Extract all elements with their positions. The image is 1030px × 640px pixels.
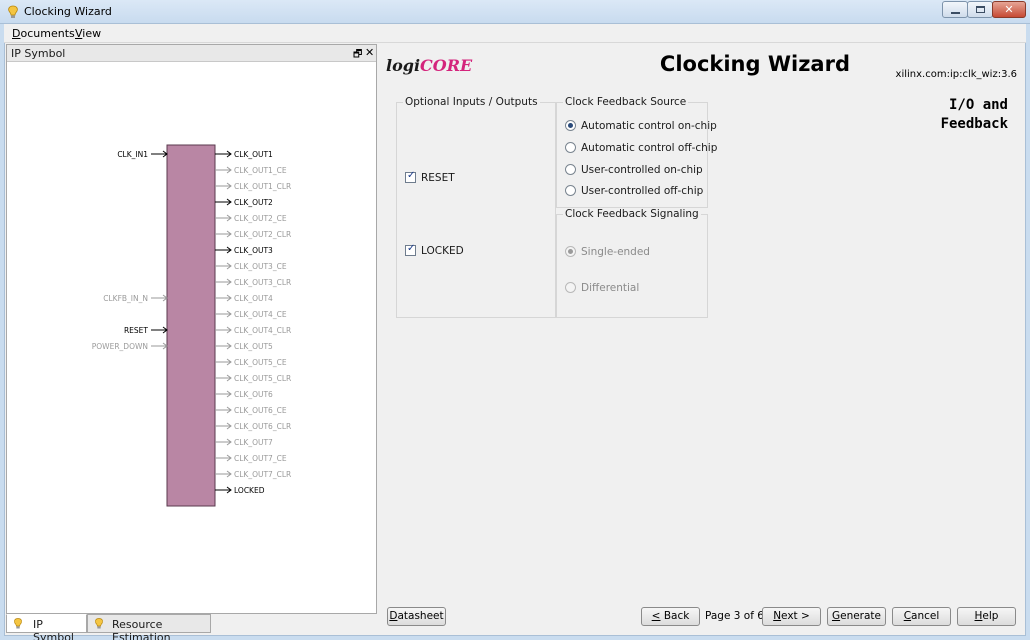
reset-checkbox[interactable]: RESET (405, 170, 455, 184)
input-pin-label: CLK_IN1 (117, 150, 148, 159)
title-bar: Clocking Wizard ✕ (0, 0, 1030, 24)
page-heading: I/O and Feedback (940, 97, 1008, 132)
radio-selected-icon (565, 246, 576, 257)
menu-bar: Documents View (4, 24, 1026, 43)
restore-icon[interactable]: 🗗 (353, 47, 362, 64)
ip-identifier: xilinx.com:ip:clk_wiz:3.6 (895, 69, 1017, 80)
tab-resource-estimation[interactable]: Resource Estimation (87, 614, 211, 640)
input-pin-label: POWER_DOWN (92, 342, 148, 351)
output-pin-label: CLK_OUT1 (234, 150, 273, 159)
output-pin-label: CLK_OUT7_CE (234, 454, 287, 463)
output-pin-label: CLK_OUT3_CLR (234, 278, 291, 287)
radio-icon (565, 164, 576, 175)
radio-user-off-chip[interactable]: User-controlled off-chip (565, 185, 703, 197)
output-pin-label: CLK_OUT6_CLR (234, 422, 291, 431)
window-title: Clocking Wizard (24, 5, 112, 18)
ip-symbol-canvas: CLK_OUT1 CLK_OUT1_CE CLK_OUT1_CLR CLK_OUT2 C… (92, 144, 291, 507)
output-pin-label: CLK_OUT7 (234, 438, 273, 447)
maximize-icon (976, 6, 985, 13)
radio-icon (565, 282, 576, 293)
input-pin-label: CLKFB_IN_N (103, 294, 148, 303)
output-pin-label: CLK_OUT6_CE (234, 406, 287, 415)
locked-checkbox[interactable]: LOCKED (405, 243, 464, 257)
output-pin-label: CLK_OUT7_CLR (234, 470, 291, 479)
feedback-signaling-label: Clock Feedback Signaling (563, 208, 701, 220)
feedback-source-label: Clock Feedback Source (563, 96, 689, 108)
optional-io-label: Optional Inputs / Outputs (403, 96, 540, 108)
optional-io-group: Optional Inputs / Outputs RESET LOCKED (396, 96, 556, 318)
radio-icon (565, 142, 576, 153)
close-panel-icon[interactable]: ✕ (365, 46, 374, 59)
checkbox-icon (405, 243, 416, 256)
feedback-source-group: Clock Feedback Source Automatic control … (556, 96, 717, 208)
datasheet-button[interactable]: Datasheet (387, 607, 446, 626)
wizard-title: Clocking Wizard (659, 52, 850, 76)
radio-auto-on-chip[interactable]: Automatic control on-chip (565, 120, 717, 132)
ip-symbol-title: IP Symbol (11, 47, 66, 60)
checkbox-icon (405, 170, 416, 183)
menu-view[interactable]: View (75, 27, 101, 40)
radio-user-on-chip[interactable]: User-controlled on-chip (565, 164, 703, 176)
output-pin-label: CLK_OUT2_CE (234, 214, 287, 223)
close-window-button[interactable]: ✕ (992, 1, 1026, 18)
ip-block (166, 144, 216, 507)
next-button[interactable]: Next > (762, 607, 821, 626)
output-pin-label: CLK_OUT1_CLR (234, 182, 291, 191)
back-button[interactable]: < Back (641, 607, 700, 626)
output-pin-label: CLK_OUT4_CLR (234, 326, 291, 335)
page-indicator: Page 3 of 6 (705, 610, 764, 622)
output-pin-label: CLK_OUT6 (234, 390, 273, 399)
output-pin-label: CLK_OUT2 (234, 198, 273, 207)
output-pin-label: CLK_OUT2_CLR (234, 230, 291, 239)
radio-selected-icon (565, 120, 576, 131)
help-button[interactable]: Help (957, 607, 1016, 626)
output-pin-label: CLK_OUT3_CE (234, 262, 287, 271)
radio-single-ended[interactable]: Single-ended (565, 246, 650, 258)
app-icon (8, 5, 18, 18)
output-pin-label: CLK_OUT3 (234, 246, 273, 255)
bulb-icon (14, 618, 22, 629)
output-pin-label: CLK_OUT5_CE (234, 358, 287, 367)
output-pin-label: CLK_OUT4_CE (234, 310, 287, 319)
ip-symbol-header: IP Symbol 🗗 ✕ (7, 45, 376, 62)
menu-documents[interactable]: Documents (12, 27, 75, 40)
generate-button[interactable]: Generate (827, 607, 886, 626)
close-icon: ✕ (1004, 3, 1014, 16)
minimize-button[interactable] (942, 1, 968, 18)
output-pin-label: CLK_OUT5 (234, 342, 273, 351)
bulb-icon (95, 618, 103, 629)
radio-auto-off-chip[interactable]: Automatic control off-chip (565, 142, 717, 154)
feedback-signaling-group: Clock Feedback Signaling Single-ended Di… (556, 208, 708, 318)
minimize-icon (951, 12, 960, 14)
tab-resource-estimation-label: Resource Estimation (112, 618, 171, 640)
output-pin-label: CLK_OUT4 (234, 294, 273, 303)
output-pin-label: CLK_OUT1_CE (234, 166, 287, 175)
ip-symbol-panel: IP Symbol 🗗 ✕ CLK_OUT1 CLK_OUT1_CE CLK_OUT… (6, 44, 377, 614)
output-pin-label: CLK_OUT5_CLR (234, 374, 291, 383)
input-pin-label: RESET (124, 326, 148, 335)
wizard-content: logiCORE Clocking Wizard xilinx.com:ip:c… (380, 44, 1024, 634)
maximize-button[interactable] (967, 1, 993, 18)
radio-differential[interactable]: Differential (565, 282, 639, 294)
cancel-button[interactable]: Cancel (892, 607, 951, 626)
radio-icon (565, 185, 576, 196)
tab-ip-symbol-label: IP Symbol (33, 618, 74, 640)
output-pin-label: LOCKED (234, 486, 265, 495)
tab-ip-symbol[interactable]: IP Symbol (6, 614, 87, 640)
